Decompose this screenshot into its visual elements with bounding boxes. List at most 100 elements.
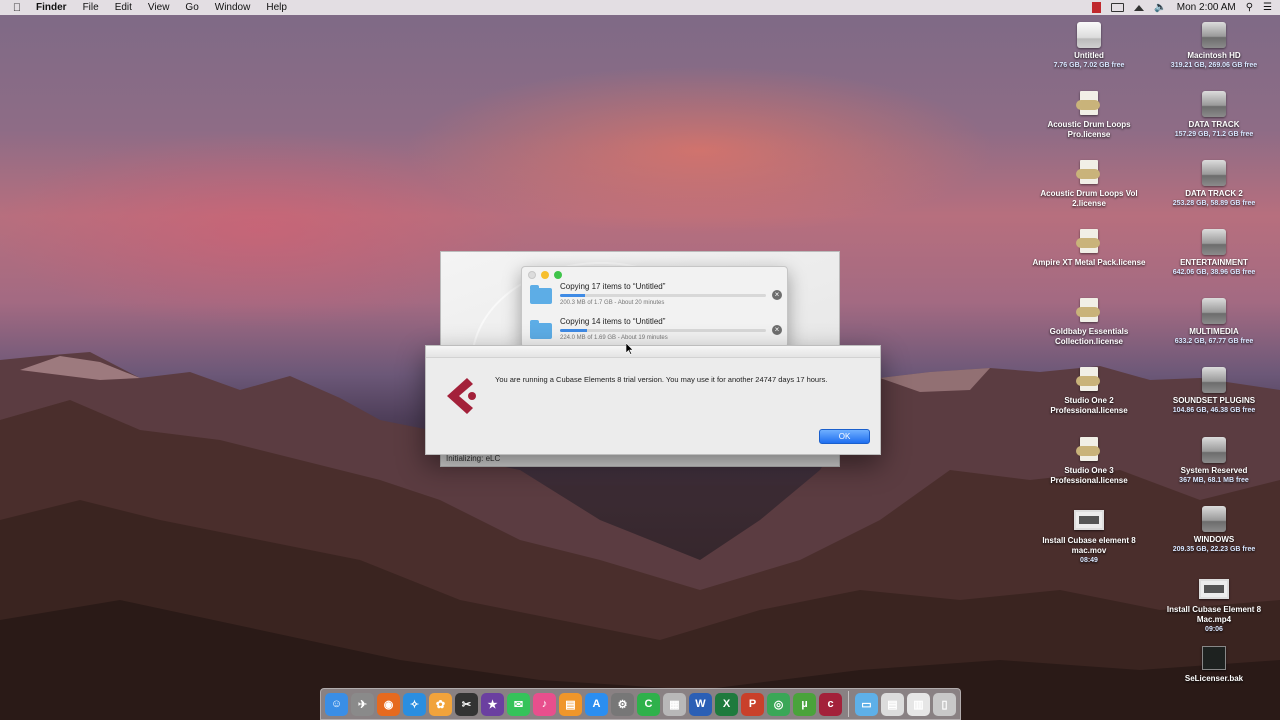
hard-drive-icon: [1202, 160, 1226, 186]
minimize-button[interactable]: [541, 271, 549, 279]
external-drive-icon: [1077, 22, 1101, 48]
menu-help[interactable]: Help: [258, 2, 295, 13]
numbers-icon[interactable]: ▦: [663, 692, 686, 716]
menu-file[interactable]: File: [75, 2, 107, 13]
hard-drive-icon: [1202, 22, 1226, 48]
license-file-icon: [1076, 298, 1102, 324]
cancel-copy-button[interactable]: ×: [772, 325, 782, 335]
ok-button[interactable]: OK: [819, 429, 870, 444]
folder-icon: [530, 285, 552, 304]
desktop-icon-label: DATA TRACK 2: [1185, 189, 1243, 198]
downloads-folder-icon[interactable]: ▭: [855, 692, 878, 716]
desktop-icon-windows[interactable]: WINDOWS 209.35 GB, 22.23 GB free: [1154, 506, 1274, 554]
desktop-icon-goldbaby[interactable]: Goldbaby Essentials Collection.license: [1029, 298, 1149, 347]
list-icon[interactable]: ☰: [1263, 2, 1272, 13]
safari-icon[interactable]: ✧: [403, 692, 426, 716]
system-preferences-icon[interactable]: ⚙: [611, 692, 634, 716]
dock-separator: [848, 691, 849, 717]
excel-icon[interactable]: X: [715, 692, 738, 716]
window-controls: [528, 271, 562, 279]
chrome-icon[interactable]: ◎: [767, 692, 790, 716]
folder-icon: [530, 320, 552, 339]
menu-go[interactable]: Go: [177, 2, 206, 13]
desktop-icon-selicenser-bak[interactable]: SeLicenser.bak: [1154, 646, 1274, 684]
close-button[interactable]: [528, 271, 536, 279]
copy-progress-window: Copying 17 items to “Untitled” 200.3 MB …: [521, 266, 788, 348]
desktop-icon-data-track-2[interactable]: DATA TRACK 2 253.28 GB, 58.89 GB free: [1154, 160, 1274, 208]
desktop-icon-macintosh-hd[interactable]: Macintosh HD 319.21 GB, 269.06 GB free: [1154, 22, 1274, 70]
desktop-icon-label: SOUNDSET PLUGINS: [1172, 396, 1256, 405]
final-cut-icon[interactable]: ✂: [455, 692, 478, 716]
hard-drive-icon: [1202, 437, 1226, 463]
menu-window[interactable]: Window: [207, 2, 259, 13]
hard-drive-icon: [1202, 506, 1226, 532]
app-store-icon[interactable]: A: [585, 692, 608, 716]
eject-icon[interactable]: [1134, 4, 1145, 11]
facetime-icon[interactable]: C: [637, 692, 660, 716]
launchpad-icon[interactable]: ✈: [351, 692, 374, 716]
menu-edit[interactable]: Edit: [107, 2, 140, 13]
desktop-icon-detail: 367 MB, 68.1 MB free: [1179, 477, 1249, 484]
desktop-icon-install-cubase-mp4[interactable]: Install Cubase Element 8 Mac.mp4 09:06: [1154, 577, 1274, 634]
desktop-icon-install-cubase-mov[interactable]: Install Cubase element 8 mac.mov 08:49: [1029, 508, 1149, 565]
ibooks-icon[interactable]: ▤: [559, 692, 582, 716]
menu-clock[interactable]: Mon 2:00 AM: [1177, 2, 1236, 13]
finder-icon[interactable]: ☺: [325, 692, 348, 716]
cancel-copy-button[interactable]: ×: [772, 290, 782, 300]
desktop-icon-label: Goldbaby Essentials Collection.license: [1049, 327, 1129, 346]
desktop-icon-studio-one-3[interactable]: Studio One 3 Professional.license: [1029, 437, 1149, 486]
desktop-icon-detail: 09:06: [1205, 626, 1223, 633]
hard-drive-icon: [1202, 298, 1226, 324]
license-file-icon: [1076, 160, 1102, 186]
desktop-icon-label: MULTIMEDIA: [1189, 327, 1239, 336]
desktop-icon-label: Ampire XT Metal Pack.license: [1032, 258, 1146, 267]
display-mirroring-icon[interactable]: [1111, 3, 1125, 12]
desktop-icon-acoustic-drum-loops-pro[interactable]: Acoustic Drum Loops Pro.license: [1029, 91, 1149, 140]
desktop-icon-soundset-plugins[interactable]: SOUNDSET PLUGINS 104.86 GB, 46.38 GB fre…: [1154, 367, 1274, 415]
copy-job-title: Copying 17 items to “Untitled”: [560, 282, 666, 291]
copy-job: Copying 17 items to “Untitled” 200.3 MB …: [530, 282, 782, 312]
menu-view[interactable]: View: [140, 2, 178, 13]
desktop-icon-entertainment[interactable]: ENTERTAINMENT 642.06 GB, 38.96 GB free: [1154, 229, 1274, 277]
desktop-icon-label: WINDOWS: [1193, 535, 1235, 544]
trash-icon[interactable]: ▯: [933, 692, 956, 716]
cubase-flag-icon[interactable]: [1092, 2, 1102, 13]
word-icon[interactable]: W: [689, 692, 712, 716]
desktop-icon-system-reserved[interactable]: System Reserved 367 MB, 68.1 MB free: [1154, 437, 1274, 485]
dialog-titlebar: [426, 346, 880, 358]
firefox-icon[interactable]: ◉: [377, 692, 400, 716]
desktop-icon-studio-one-2[interactable]: Studio One 2 Professional.license: [1029, 367, 1149, 416]
volume-icon[interactable]: 🔈: [1154, 2, 1166, 13]
desktop-icon-label: Studio One 2 Professional.license: [1050, 396, 1128, 415]
desktop-icon-detail: 157.29 GB, 71.2 GB free: [1174, 131, 1254, 138]
hard-drive-icon: [1202, 229, 1226, 255]
desktop-icon-untitled[interactable]: Untitled 7.76 GB, 7.02 GB free: [1029, 22, 1149, 70]
desktop-icon-detail: 253.28 GB, 58.89 GB free: [1172, 200, 1256, 207]
apple-menu-icon[interactable]: : [6, 2, 28, 14]
desktop-icon-multimedia[interactable]: MULTIMEDIA 633.2 GB, 67.77 GB free: [1154, 298, 1274, 346]
imovie-icon[interactable]: ★: [481, 692, 504, 716]
powerpoint-icon[interactable]: P: [741, 692, 764, 716]
desktop-icon-label: Acoustic Drum Loops Vol 2.license: [1040, 189, 1138, 208]
menu-app-name[interactable]: Finder: [28, 2, 75, 13]
desktop-icon-detail: 209.35 GB, 22.23 GB free: [1172, 546, 1256, 553]
dialog-message: You are running a Cubase Elements 8 tria…: [495, 375, 828, 384]
desktop-icon-label: Install Cubase element 8 mac.mov: [1042, 536, 1136, 555]
desktop-icon-data-track[interactable]: DATA TRACK 157.29 GB, 71.2 GB free: [1154, 91, 1274, 139]
desktop-icon-acoustic-drum-loops-vol2[interactable]: Acoustic Drum Loops Vol 2.license: [1029, 160, 1149, 209]
itunes-icon[interactable]: ♪: [533, 692, 556, 716]
copy-job-title: Copying 14 items to “Untitled”: [560, 317, 666, 326]
desktop-icon-label: Install Cubase Element 8 Mac.mp4: [1166, 605, 1262, 624]
desktop-icon-label: Macintosh HD: [1187, 51, 1241, 60]
search-icon[interactable]: ⚲: [1246, 2, 1253, 13]
document-stack-icon[interactable]: ▤: [881, 692, 904, 716]
messages-icon[interactable]: ✉: [507, 692, 530, 716]
zoom-button[interactable]: [554, 271, 562, 279]
trial-alert-dialog: You are running a Cubase Elements 8 tria…: [425, 345, 881, 455]
document-stack-2-icon[interactable]: ▥: [907, 692, 930, 716]
utorrent-icon[interactable]: µ: [793, 692, 816, 716]
photos-icon[interactable]: ✿: [429, 692, 452, 716]
desktop-icon-ampire-xt[interactable]: Ampire XT Metal Pack.license: [1029, 229, 1149, 268]
cubase-icon[interactable]: c: [819, 692, 842, 716]
dock: ☺ ✈ ◉ ✧ ✿ ✂ ★ ✉ ♪ ▤ A ⚙ C ▦ W X P ◎ µ c ▭ ▤ ▥ ▯: [320, 688, 961, 720]
